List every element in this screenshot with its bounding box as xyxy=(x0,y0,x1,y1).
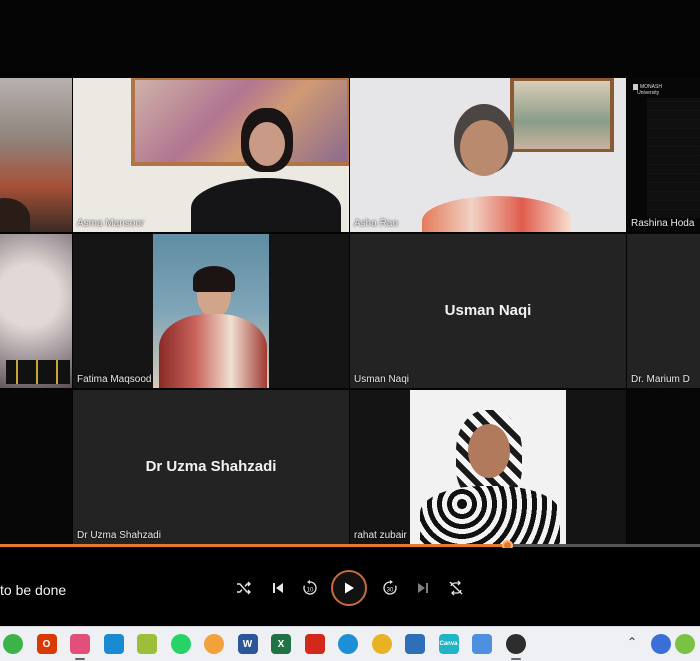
participant-tile-left-mid[interactable] xyxy=(0,234,72,388)
participant-name: Asha Rao xyxy=(354,218,398,229)
whatsapp-tray-icon[interactable] xyxy=(675,634,695,654)
previous-icon[interactable] xyxy=(266,576,290,600)
photos-icon[interactable] xyxy=(103,634,124,654)
whatsapp-icon[interactable] xyxy=(170,634,191,654)
empty-tile-left-bottom xyxy=(0,390,72,544)
participant-name: Rashina Hoda xyxy=(631,218,695,229)
svg-text:30: 30 xyxy=(387,588,394,594)
taskbar: O W X Canva ⌃ xyxy=(0,626,700,661)
participant-tile-left-top[interactable] xyxy=(0,78,72,232)
svg-text:10: 10 xyxy=(307,588,314,594)
seek-bar-fill xyxy=(0,544,507,547)
monash-logo: MONASH University xyxy=(633,84,662,96)
participant-tile-rashina[interactable]: MONASH University Rashina Hoda xyxy=(627,78,700,232)
excel-icon[interactable]: X xyxy=(271,634,291,654)
next-icon[interactable] xyxy=(411,576,435,600)
seek-thumb[interactable] xyxy=(501,540,513,548)
media-title: to be done xyxy=(0,582,67,598)
media-controls: to be done 10 30 xyxy=(0,548,700,626)
participant-tile-marium[interactable]: Dr. Marium D xyxy=(627,234,700,388)
office-icon[interactable]: O xyxy=(36,634,57,654)
whatsapp-like-icon[interactable] xyxy=(3,634,23,654)
seek-bar[interactable] xyxy=(0,540,700,548)
participant-name: Asma Mansoor xyxy=(77,218,145,229)
notepad-icon[interactable] xyxy=(137,634,157,654)
participant-tile-fatima[interactable]: Fatima Maqsood xyxy=(73,234,349,388)
shuffle-icon[interactable] xyxy=(232,576,256,600)
word-icon[interactable]: W xyxy=(237,634,258,654)
participant-tile-asma[interactable]: Asma Mansoor xyxy=(73,78,349,232)
play-icon xyxy=(345,582,354,594)
chrome-canary-icon[interactable] xyxy=(204,634,224,654)
rewind-10-icon[interactable]: 10 xyxy=(298,576,322,600)
participant-big-label: Usman Naqi xyxy=(444,302,532,319)
chevron-up-icon[interactable]: ⌃ xyxy=(627,635,637,649)
paint-icon[interactable] xyxy=(472,634,492,654)
mail-icon[interactable] xyxy=(405,634,425,654)
participant-name: Dr Uzma Shahzadi xyxy=(77,530,161,541)
media-player-icon[interactable] xyxy=(505,634,526,654)
participant-tile-uzma[interactable]: Dr Uzma Shahzadi Dr Uzma Shahzadi xyxy=(73,390,349,544)
play-button[interactable] xyxy=(331,570,367,606)
edge-icon[interactable] xyxy=(338,634,358,654)
participant-name: Dr. Marium D xyxy=(631,374,690,385)
participant-name: Fatima Maqsood xyxy=(77,374,152,385)
meet-icon[interactable] xyxy=(651,634,671,654)
forward-30-icon[interactable]: 30 xyxy=(378,576,402,600)
participant-tile-rahat[interactable]: rahat zubair xyxy=(350,390,626,544)
repeat-off-icon[interactable] xyxy=(444,576,468,600)
empty-tile-right-bottom xyxy=(627,390,700,544)
participant-name: rahat zubair xyxy=(354,530,407,541)
participant-tile-usman[interactable]: Usman Naqi Usman Naqi xyxy=(350,234,626,388)
participant-name: Usman Naqi xyxy=(354,374,410,385)
video-stage: Asma Mansoor Asha Rao MONASH University … xyxy=(0,0,700,548)
acrobat-icon[interactable] xyxy=(304,634,325,654)
participant-tile-asha[interactable]: Asha Rao xyxy=(350,78,626,232)
chrome-icon[interactable] xyxy=(371,634,392,654)
participant-big-label: Dr Uzma Shahzadi xyxy=(145,458,277,475)
snipping-tool-icon[interactable] xyxy=(70,634,90,654)
canva-icon[interactable]: Canva xyxy=(438,634,459,654)
